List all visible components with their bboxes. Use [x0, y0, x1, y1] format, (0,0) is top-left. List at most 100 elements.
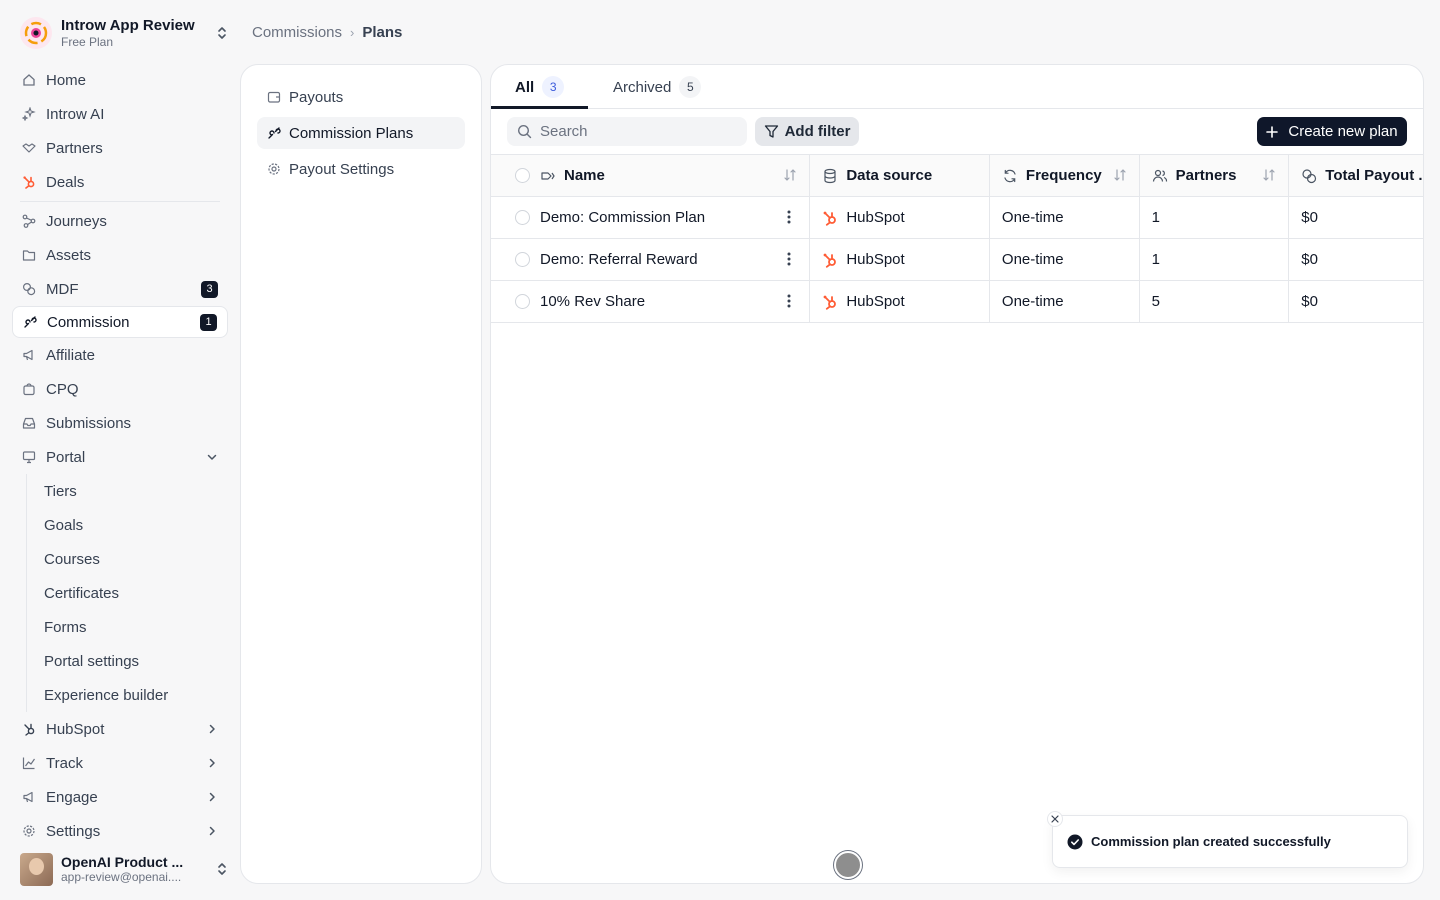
search-icon: [517, 124, 532, 139]
cell-partners: 5: [1140, 281, 1290, 322]
sidebar-item-mdf[interactable]: MDF 3: [12, 272, 228, 306]
sort-icon[interactable]: [1113, 168, 1127, 182]
more-vertical-icon[interactable]: [787, 251, 791, 267]
sidebar-item-partners[interactable]: Partners: [12, 131, 228, 165]
breadcrumb: Commissions › Plans: [252, 22, 402, 42]
sidebar-item-label: Engage: [46, 788, 98, 806]
column-header-name[interactable]: Name: [491, 155, 811, 196]
data-source-value: HubSpot: [846, 293, 905, 310]
sidebar-item-affiliate[interactable]: Affiliate: [12, 338, 228, 372]
column-header-total-payout[interactable]: Total Payout ...: [1289, 155, 1423, 196]
plan-name[interactable]: 10% Rev Share: [540, 293, 645, 310]
row-checkbox[interactable]: [515, 210, 530, 225]
hubspot-icon: [822, 252, 838, 268]
user-menu[interactable]: OpenAI Product ... app-review@openai....: [20, 852, 230, 886]
chevron-right-icon: ›: [350, 24, 355, 40]
users-icon: [1152, 168, 1168, 184]
coins-icon: [22, 282, 36, 296]
sidebar-subitem-certificates[interactable]: Certificates: [12, 576, 228, 610]
sidebar-item-label: Submissions: [46, 414, 132, 432]
commission-icon: [267, 126, 281, 140]
row-checkbox[interactable]: [515, 294, 530, 309]
avatar: [20, 852, 53, 886]
sidebar-item-deals[interactable]: Deals: [12, 165, 228, 199]
chevron-right-icon: [206, 723, 218, 735]
sidebar-item-engage[interactable]: Engage: [12, 780, 228, 814]
header-label: Name: [564, 167, 605, 184]
sidebar-item-label: Settings: [46, 822, 101, 840]
inbox-icon: [22, 416, 36, 430]
sort-icon[interactable]: [783, 168, 797, 182]
sidebar-item-assets[interactable]: Assets: [12, 238, 228, 272]
coins-icon: [1301, 168, 1317, 184]
sidebar-subitem-portal-settings[interactable]: Portal settings: [12, 644, 228, 678]
sidebar-item-home[interactable]: Home: [12, 63, 228, 97]
workspace-switcher[interactable]: Introw App Review Free Plan: [20, 14, 230, 52]
row-checkbox[interactable]: [515, 252, 530, 267]
bag-icon: [22, 382, 36, 396]
header-label: Partners: [1175, 167, 1237, 184]
sidebar-item-track[interactable]: Track: [12, 746, 228, 780]
more-vertical-icon[interactable]: [787, 209, 791, 225]
sidebar-item-settings[interactable]: Settings: [12, 814, 228, 848]
sidebar-subitem-tiers[interactable]: Tiers: [12, 474, 228, 508]
sidebar-item-journeys[interactable]: Journeys: [12, 204, 228, 238]
column-header-frequency[interactable]: Frequency: [990, 155, 1140, 196]
plan-name[interactable]: Demo: Commission Plan: [540, 209, 705, 226]
select-all-checkbox[interactable]: [515, 168, 530, 183]
commissions-subnav: Payouts Commission Plans Payout Settings: [240, 64, 482, 884]
sparkle-icon: [22, 107, 36, 121]
sidebar: Introw App Review Free Plan Home Introw …: [0, 0, 240, 900]
add-filter-label: Add filter: [784, 123, 851, 140]
main-nav: Home Introw AI Partners Deals Journeys A…: [12, 63, 228, 848]
tab-archived[interactable]: Archived 5: [613, 65, 702, 109]
plan-name[interactable]: Demo: Referral Reward: [540, 251, 698, 268]
cell-total-payout: $0: [1301, 293, 1318, 310]
add-filter-button[interactable]: Add filter: [755, 117, 859, 146]
subnav-payout-settings[interactable]: Payout Settings: [257, 153, 465, 185]
sidebar-item-label: Journeys: [46, 212, 107, 230]
sidebar-item-label: CPQ: [46, 380, 79, 398]
sidebar-item-hubspot[interactable]: HubSpot: [12, 712, 228, 746]
sidebar-item-commission[interactable]: Commission 1: [12, 306, 228, 338]
subnav-commission-plans[interactable]: Commission Plans: [257, 117, 465, 149]
sidebar-item-cpq[interactable]: CPQ: [12, 372, 228, 406]
monitor-icon: [22, 450, 36, 464]
table-row[interactable]: Demo: Commission Plan HubSpot One-time 1…: [491, 197, 1423, 239]
megaphone-icon: [22, 348, 36, 362]
more-vertical-icon[interactable]: [787, 293, 791, 309]
header-label: Frequency: [1025, 167, 1102, 184]
subnav-label: Payouts: [289, 88, 344, 106]
sidebar-item-label: HubSpot: [46, 720, 105, 738]
sidebar-item-submissions[interactable]: Submissions: [12, 406, 228, 440]
column-header-partners[interactable]: Partners: [1140, 155, 1290, 196]
cell-total-payout: $0: [1301, 251, 1318, 268]
tab-label: Archived: [613, 78, 672, 96]
subnav-payouts[interactable]: Payouts: [257, 81, 465, 113]
sidebar-item-portal[interactable]: Portal: [12, 440, 228, 474]
sidebar-subitem-goals[interactable]: Goals: [12, 508, 228, 542]
column-header-data-source[interactable]: Data source: [810, 155, 990, 196]
cell-frequency: One-time: [990, 239, 1140, 280]
sidebar-subitem-experience-builder[interactable]: Experience builder: [12, 678, 228, 712]
tab-count: 5: [679, 76, 702, 98]
user-email: app-review@openai....: [61, 870, 182, 884]
data-source-value: HubSpot: [846, 209, 905, 226]
cell-total-payout: $0: [1301, 209, 1318, 226]
create-new-plan-button[interactable]: Create new plan: [1257, 117, 1407, 146]
sidebar-item-label: Introw AI: [46, 105, 105, 123]
sidebar-subitem-forms[interactable]: Forms: [12, 610, 228, 644]
sidebar-item-label: Assets: [46, 246, 92, 264]
table-row[interactable]: 10% Rev Share HubSpot One-time 5 $0: [491, 281, 1423, 323]
sidebar-subitem-courses[interactable]: Courses: [12, 542, 228, 576]
table-header: Name Data source Frequency Partners Tota…: [491, 155, 1423, 197]
table-row[interactable]: Demo: Referral Reward HubSpot One-time 1…: [491, 239, 1423, 281]
search-input[interactable]: [540, 123, 740, 140]
close-icon[interactable]: [1047, 811, 1063, 827]
breadcrumb-parent[interactable]: Commissions: [252, 24, 342, 41]
search-box: [507, 117, 747, 146]
hubspot-icon: [822, 210, 838, 226]
sidebar-item-introw-ai[interactable]: Introw AI: [12, 97, 228, 131]
tab-all[interactable]: All 3: [515, 65, 565, 109]
sort-icon[interactable]: [1262, 168, 1276, 182]
